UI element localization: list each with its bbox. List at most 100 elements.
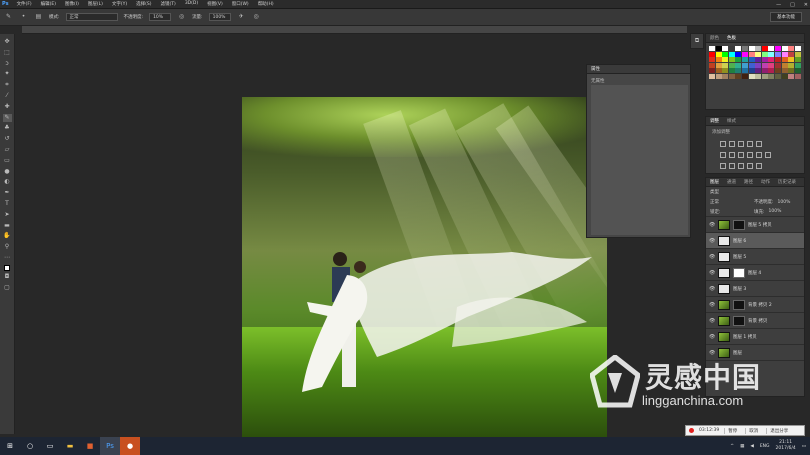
color-swatch[interactable] <box>761 57 768 63</box>
brightness-icon[interactable] <box>720 141 726 147</box>
visibility-eye-icon[interactable]: 👁 <box>709 318 715 324</box>
color-swatch[interactable] <box>794 46 801 51</box>
airbrush-icon[interactable]: ✈ <box>237 13 246 22</box>
photoshop-taskbar-icon[interactable]: Ps <box>100 437 120 455</box>
exit-share-button[interactable]: 退出分享 <box>766 427 791 434</box>
gradient-tool-icon[interactable]: ▭ <box>3 157 12 166</box>
visibility-eye-icon[interactable]: 👁 <box>709 334 715 340</box>
color-swatch[interactable] <box>715 46 722 51</box>
threshold-icon[interactable] <box>738 163 744 169</box>
color-swatch[interactable] <box>715 68 722 74</box>
tab-history[interactable]: 历史记录 <box>778 179 796 185</box>
fill-field[interactable]: 100% <box>769 209 782 214</box>
visibility-eye-icon[interactable]: 👁 <box>709 286 715 292</box>
blur-tool-icon[interactable]: ● <box>3 168 12 177</box>
curves-icon[interactable] <box>738 141 744 147</box>
color-swatch[interactable] <box>774 46 781 51</box>
color-swatch[interactable] <box>748 68 755 74</box>
black-white-icon[interactable] <box>738 152 744 158</box>
color-swatch[interactable] <box>761 68 768 74</box>
color-swatch[interactable] <box>741 57 748 63</box>
tab-actions[interactable]: 动作 <box>761 179 770 185</box>
color-swatch[interactable] <box>788 51 795 57</box>
color-swatch[interactable] <box>774 68 781 74</box>
layer-row[interactable]: 👁 图层 5 拷贝 <box>706 217 804 233</box>
color-swatch[interactable] <box>755 62 762 68</box>
eraser-tool-icon[interactable]: ▱ <box>3 146 12 155</box>
path-select-tool-icon[interactable]: ➤ <box>3 211 12 220</box>
hand-tool-icon[interactable]: ✋ <box>3 232 12 241</box>
network-icon[interactable]: ▦ <box>740 444 744 449</box>
dodge-tool-icon[interactable]: ◐ <box>3 178 12 187</box>
quick-mask-icon[interactable]: ◘ <box>3 273 12 282</box>
app-icon[interactable]: ■ <box>80 437 100 455</box>
foreground-color-swatch[interactable] <box>4 264 10 271</box>
minimize-button[interactable]: — <box>776 2 781 8</box>
input-language[interactable]: ENG <box>760 444 770 449</box>
color-balance-icon[interactable] <box>729 152 735 158</box>
color-swatch[interactable] <box>788 68 795 74</box>
layer-thumbnail[interactable] <box>718 315 730 326</box>
layer-row[interactable]: 👁 背景 拷贝 <box>706 313 804 329</box>
levels-icon[interactable] <box>729 141 735 147</box>
document-tab-bar[interactable] <box>22 26 687 34</box>
color-swatch[interactable] <box>748 46 755 51</box>
color-swatch[interactable] <box>774 62 781 68</box>
color-swatch[interactable] <box>728 46 735 51</box>
tray-chevron-icon[interactable]: ^ <box>730 444 734 449</box>
color-swatch[interactable] <box>788 46 795 51</box>
brush-size-icon[interactable]: • <box>19 13 28 22</box>
color-swatch[interactable] <box>794 51 801 57</box>
color-swatch[interactable] <box>748 51 755 57</box>
type-tool-icon[interactable]: T <box>3 200 12 209</box>
menu-item[interactable]: 滤镜(T) <box>161 1 176 7</box>
color-swatch[interactable] <box>715 73 722 79</box>
exposure-icon[interactable] <box>747 141 753 147</box>
color-swatch[interactable] <box>774 73 781 79</box>
crop-tool-icon[interactable]: ⌗ <box>3 81 12 90</box>
visibility-eye-icon[interactable]: 👁 <box>709 222 715 228</box>
layer-opacity-field[interactable]: 100% <box>778 200 791 205</box>
color-swatch[interactable] <box>715 62 722 68</box>
color-swatch[interactable] <box>722 68 729 74</box>
channel-mixer-icon[interactable] <box>756 152 762 158</box>
color-swatch[interactable] <box>748 62 755 68</box>
color-swatch[interactable] <box>755 51 762 57</box>
workspace-dropdown[interactable]: 基本功能 <box>770 12 802 22</box>
color-swatch[interactable] <box>728 62 735 68</box>
layer-mask-thumbnail[interactable] <box>733 219 745 230</box>
color-swatch[interactable] <box>735 62 742 68</box>
pressure-opacity-icon[interactable]: ◎ <box>177 13 186 22</box>
color-swatch[interactable] <box>728 68 735 74</box>
layer-thumbnail[interactable] <box>718 283 730 294</box>
pressure-size-icon[interactable]: ◎ <box>252 13 261 22</box>
vibrance-icon[interactable] <box>756 141 762 147</box>
recorder-taskbar-icon[interactable]: ● <box>120 437 140 455</box>
color-swatch[interactable] <box>715 57 722 63</box>
color-swatch[interactable] <box>741 62 748 68</box>
color-swatch[interactable] <box>709 68 715 74</box>
tab-channels[interactable]: 通道 <box>727 179 736 185</box>
tab-adjustments[interactable]: 调整 <box>710 118 719 124</box>
hue-saturation-icon[interactable] <box>720 152 726 158</box>
color-swatch[interactable] <box>728 51 735 57</box>
color-swatch[interactable] <box>768 46 775 51</box>
layer-mask-thumbnail[interactable] <box>733 299 745 310</box>
pen-tool-icon[interactable]: ✒ <box>3 189 12 198</box>
invert-icon[interactable] <box>720 163 726 169</box>
brush-panel-icon[interactable]: ▤ <box>34 13 43 22</box>
layer-row[interactable]: 👁 图层 1 拷贝 <box>706 329 804 345</box>
file-explorer-icon[interactable]: ▬ <box>60 437 80 455</box>
history-dock-icon[interactable]: ⧉ <box>690 33 704 49</box>
color-swatch[interactable] <box>788 73 795 79</box>
color-swatch[interactable] <box>741 46 748 51</box>
color-swatch[interactable] <box>768 73 775 79</box>
layer-row[interactable]: 👁 图层 6 <box>706 233 804 249</box>
search-icon[interactable]: ○ <box>20 437 40 455</box>
menu-item[interactable]: 编辑(E) <box>41 1 56 7</box>
color-swatch[interactable] <box>781 73 788 79</box>
color-swatch[interactable] <box>755 46 762 51</box>
color-swatch[interactable] <box>774 51 781 57</box>
color-swatch[interactable] <box>761 62 768 68</box>
edit-toolbar-icon[interactable]: ⋯ <box>3 254 12 263</box>
